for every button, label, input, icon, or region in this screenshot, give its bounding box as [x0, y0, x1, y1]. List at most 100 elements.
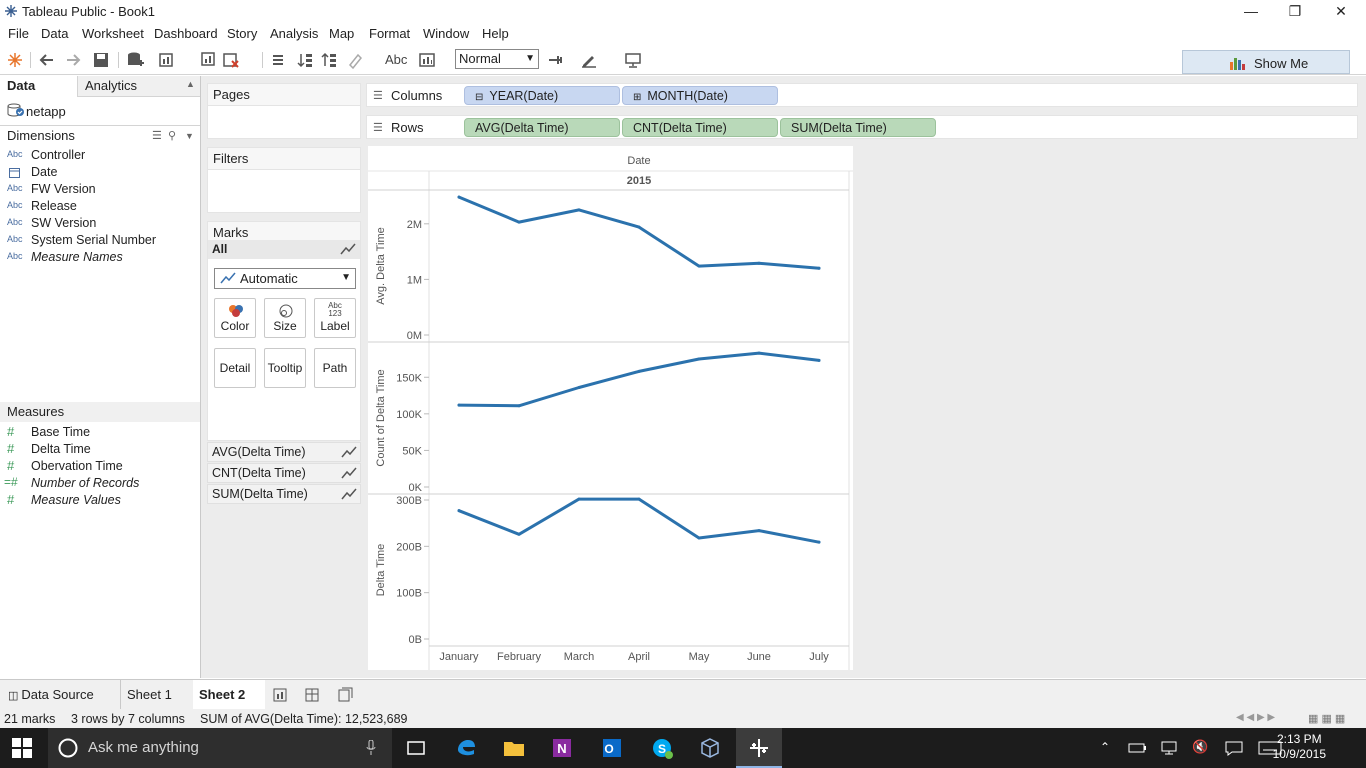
- skype-icon[interactable]: S: [650, 736, 674, 760]
- tooltip-button[interactable]: Tooltip: [264, 348, 306, 388]
- data-point[interactable]: [697, 357, 701, 361]
- data-point[interactable]: [517, 404, 521, 408]
- label-button[interactable]: Abc 123 Label: [314, 298, 356, 338]
- presentation-pen-icon[interactable]: [580, 51, 598, 69]
- tab-sheet-1[interactable]: Sheet 1: [120, 680, 192, 709]
- path-button[interactable]: Path: [314, 348, 356, 388]
- clear-sheet-icon[interactable]: [222, 51, 240, 69]
- series-line[interactable]: [457, 195, 821, 270]
- network-icon[interactable]: [1160, 740, 1180, 756]
- system-clock[interactable]: 2:13 PM 10/9/2015: [1273, 732, 1326, 762]
- data-point[interactable]: [697, 264, 701, 268]
- restore-button[interactable]: ❐: [1272, 0, 1318, 22]
- show-me-button[interactable]: Show Me: [1182, 50, 1350, 74]
- new-story-icon[interactable]: [338, 687, 354, 702]
- minimize-button[interactable]: —: [1228, 0, 1274, 22]
- menu-window[interactable]: Window: [423, 26, 469, 41]
- tab-sheet-2[interactable]: Sheet 2: [193, 680, 265, 709]
- data-point[interactable]: [637, 225, 641, 229]
- virtualbox-icon[interactable]: [698, 736, 722, 760]
- detail-button[interactable]: Detail: [214, 348, 256, 388]
- field-system-serial-number[interactable]: Abc System Serial Number: [0, 232, 200, 249]
- data-point[interactable]: [697, 536, 701, 540]
- menu-help[interactable]: Help: [482, 26, 509, 41]
- columns-shelf[interactable]: ☰ Columns ⊟ YEAR(Date) ⊞ MONTH(Date): [366, 83, 1358, 107]
- size-button[interactable]: Size: [264, 298, 306, 338]
- field-controller[interactable]: Abc Controller: [0, 147, 200, 164]
- sort-descending-icon[interactable]: [320, 51, 338, 69]
- new-datasource-icon[interactable]: [126, 51, 144, 69]
- volume-muted-icon[interactable]: 🔇: [1192, 739, 1208, 755]
- datasource-name[interactable]: netapp: [26, 104, 66, 119]
- menu-analysis[interactable]: Analysis: [270, 26, 318, 41]
- redo-icon[interactable]: [64, 51, 82, 69]
- line-chart[interactable]: Date 2015 Avg. Delta Time 0M 1M 2M Count of …: [368, 146, 853, 670]
- menu-file[interactable]: File: [8, 26, 29, 41]
- taskbar-tableau-active[interactable]: [736, 728, 782, 768]
- marks-all-label[interactable]: All: [212, 242, 227, 256]
- data-point[interactable]: [817, 540, 821, 544]
- data-point[interactable]: [637, 497, 641, 501]
- pages-card[interactable]: Pages: [207, 83, 361, 139]
- field-date[interactable]: Date: [0, 164, 200, 181]
- pill-month-date[interactable]: ⊞ MONTH(Date): [622, 86, 778, 105]
- tab-analytics[interactable]: Analytics: [85, 76, 137, 96]
- series-line[interactable]: [457, 351, 821, 408]
- sort-ascending-icon[interactable]: [296, 51, 314, 69]
- expand-icon[interactable]: ⊞: [633, 92, 641, 103]
- data-point[interactable]: [457, 195, 461, 199]
- data-point[interactable]: [577, 497, 581, 501]
- data-point[interactable]: [577, 208, 581, 212]
- menu-worksheet[interactable]: Worksheet: [82, 26, 144, 41]
- pill-cnt-delta-time[interactable]: CNT(Delta Time): [622, 118, 778, 137]
- undo-icon[interactable]: [38, 51, 56, 69]
- onenote-icon[interactable]: N: [550, 736, 574, 760]
- color-button[interactable]: Color: [214, 298, 256, 338]
- windows-start-icon[interactable]: [12, 738, 32, 758]
- data-point[interactable]: [817, 266, 821, 270]
- collapse-icon[interactable]: ⊟: [475, 92, 483, 103]
- field-number-of-records[interactable]: =# Number of Records: [0, 475, 200, 492]
- viz-area[interactable]: Date 2015 Avg. Delta Time 0M 1M 2M Count of …: [368, 146, 853, 670]
- menu-format[interactable]: Format: [369, 26, 410, 41]
- marks-measure-cnt[interactable]: CNT(Delta Time): [207, 463, 361, 483]
- menu-dashboard[interactable]: Dashboard: [154, 26, 218, 41]
- field-release[interactable]: Abc Release: [0, 198, 200, 215]
- field-delta-time[interactable]: # Delta Time: [0, 441, 200, 458]
- data-point[interactable]: [457, 509, 461, 513]
- highlight-icon[interactable]: [346, 51, 364, 69]
- data-point[interactable]: [577, 386, 581, 390]
- fix-axes-icon[interactable]: [546, 51, 564, 69]
- sheet-nav-icons[interactable]: ◀ ◀ ▶ ▶: [1236, 712, 1275, 723]
- marks-measure-avg[interactable]: AVG(Delta Time): [207, 442, 361, 462]
- show-mark-labels-button[interactable]: Abc: [385, 52, 407, 67]
- file-explorer-icon[interactable]: [502, 736, 526, 760]
- pill-sum-delta-time[interactable]: SUM(Delta Time): [780, 118, 936, 137]
- notification-icon[interactable]: [1224, 740, 1244, 756]
- battery-icon[interactable]: [1128, 740, 1148, 756]
- field-measure-values[interactable]: # Measure Values: [0, 492, 200, 509]
- edge-icon[interactable]: [454, 736, 478, 760]
- rows-shelf[interactable]: ☰ Rows AVG(Delta Time) CNT(Delta Time) S…: [366, 115, 1358, 139]
- view-toggle-icon[interactable]: ☰: [152, 126, 162, 146]
- pane-menu-icon[interactable]: ▲: [186, 79, 195, 89]
- mark-type-select[interactable]: Automatic ▼: [214, 268, 356, 289]
- data-point[interactable]: [757, 529, 761, 533]
- field-measure-names[interactable]: Abc Measure Names: [0, 249, 200, 266]
- data-point[interactable]: [517, 220, 521, 224]
- new-worksheet-icon[interactable]: [273, 687, 289, 702]
- task-view-icon[interactable]: [404, 736, 428, 760]
- duplicate-sheet-icon[interactable]: [198, 51, 216, 69]
- fit-select[interactable]: Normal ▼: [455, 49, 539, 69]
- pill-year-date[interactable]: ⊟ YEAR(Date): [464, 86, 620, 105]
- chevron-down-icon[interactable]: ▼: [185, 126, 194, 146]
- view-cards-icon[interactable]: [418, 51, 436, 69]
- show-hidden-icons[interactable]: ⌃: [1100, 740, 1110, 754]
- tab-data-source[interactable]: ◫ Data Source: [2, 680, 116, 709]
- menu-data[interactable]: Data: [41, 26, 68, 41]
- field-fw-version[interactable]: Abc FW Version: [0, 181, 200, 198]
- data-point[interactable]: [817, 358, 821, 362]
- cortana-search[interactable]: Ask me anything: [48, 728, 392, 768]
- close-button[interactable]: ✕: [1318, 0, 1364, 22]
- presentation-mode-icon[interactable]: [624, 51, 642, 69]
